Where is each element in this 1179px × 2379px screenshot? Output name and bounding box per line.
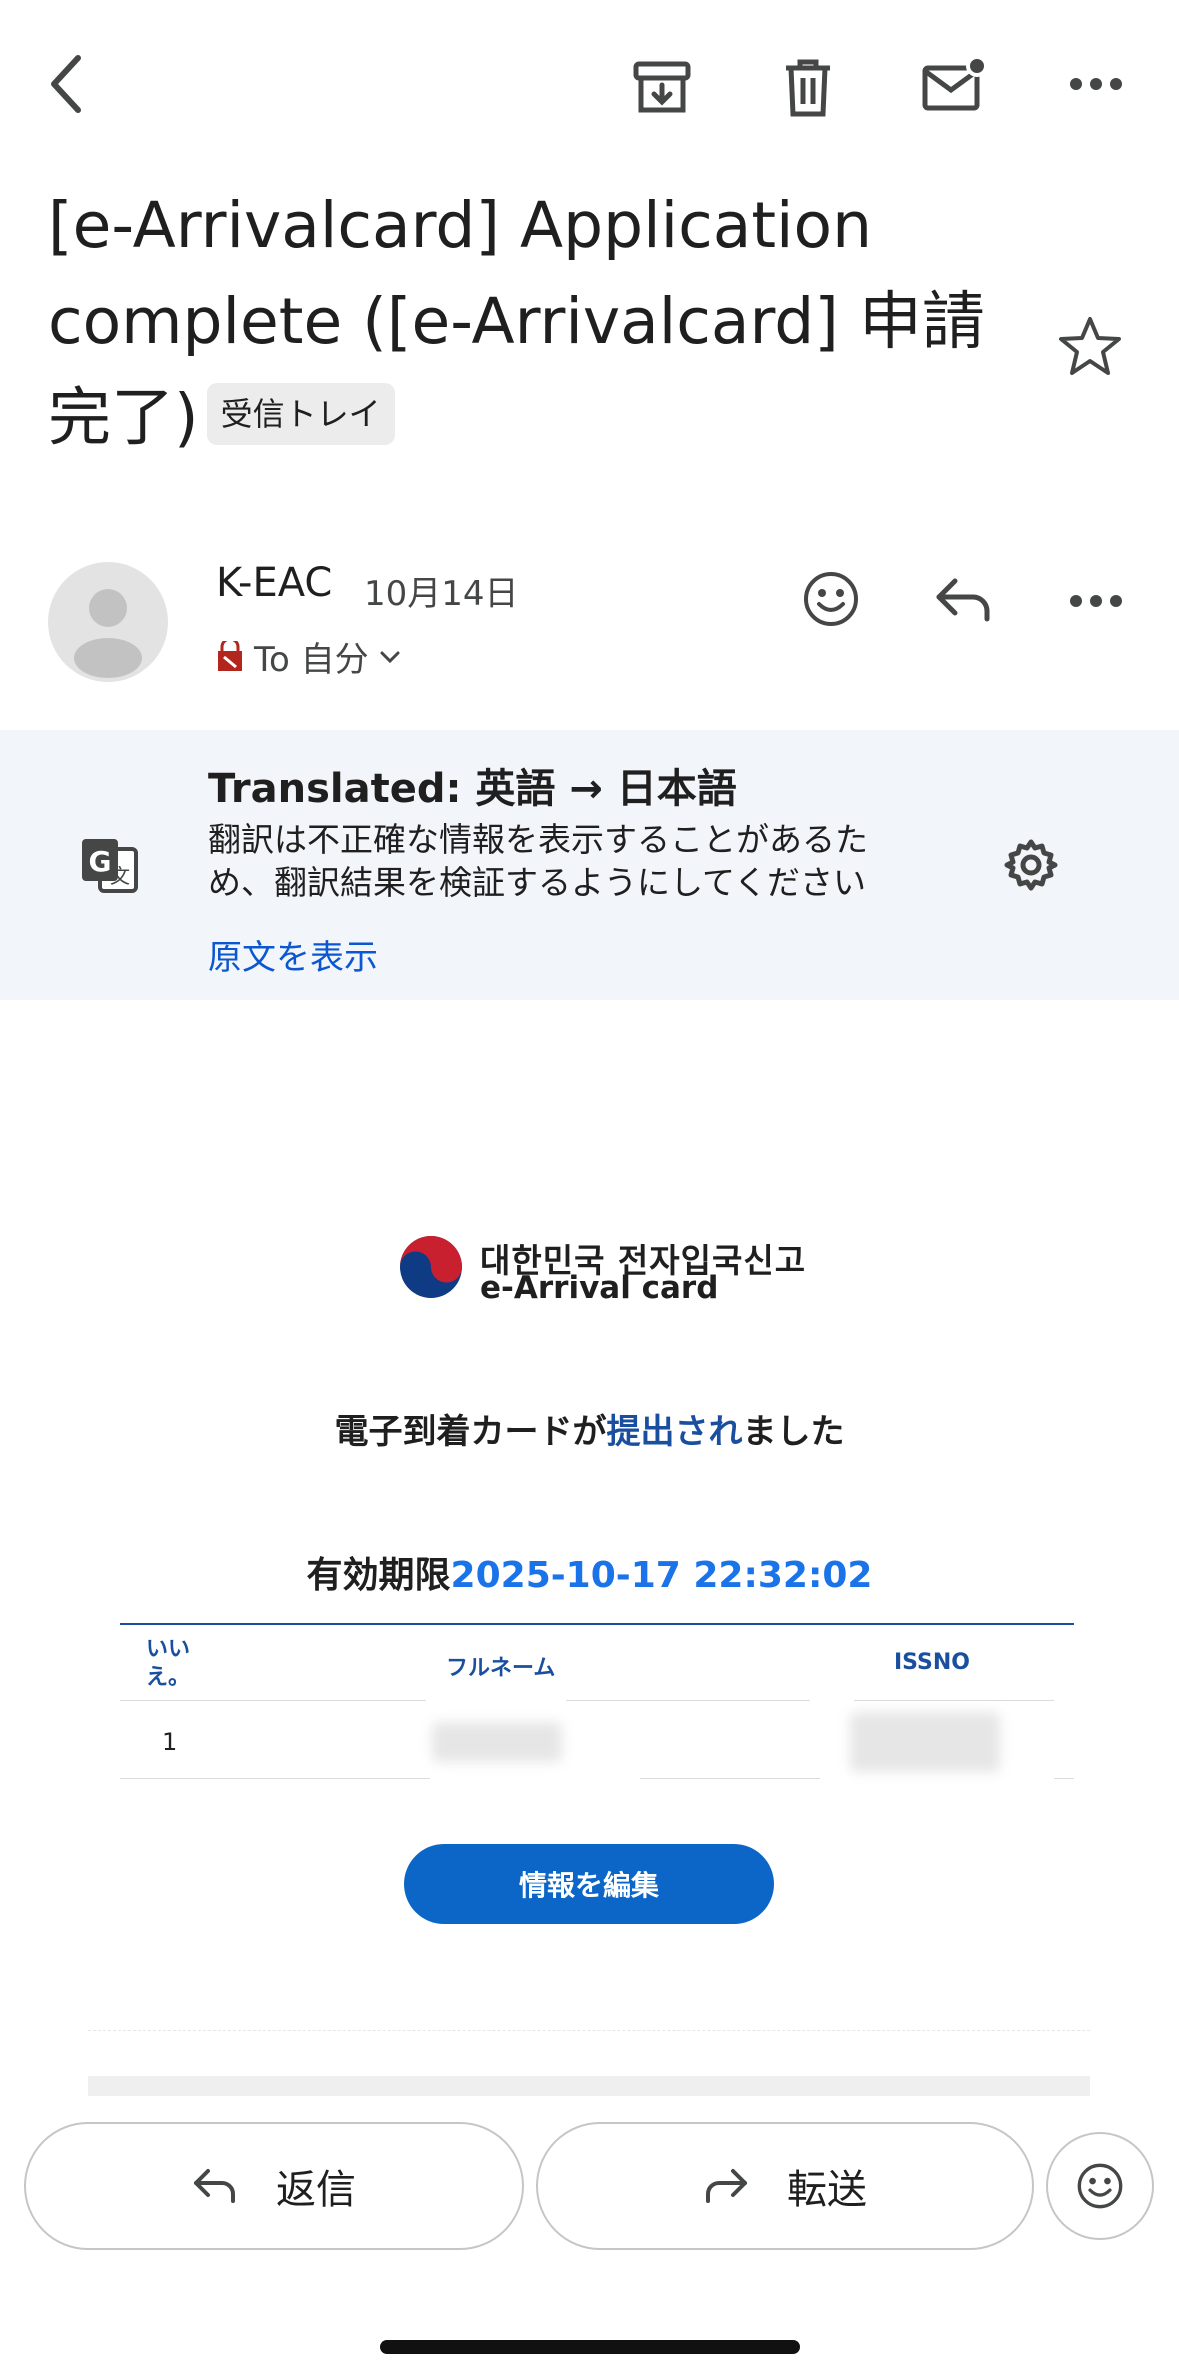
home-indicator[interactable] — [380, 2340, 800, 2354]
emoji-reaction-button[interactable] — [1046, 2132, 1154, 2240]
trash-icon — [786, 59, 830, 117]
expiry-label: 有効期限 — [306, 1555, 451, 1596]
table-top-border — [120, 1623, 1074, 1625]
table-header-fullname: フルネーム — [446, 1656, 556, 1681]
more-horizontal-icon — [1070, 78, 1122, 90]
more-horizontal-icon — [1070, 595, 1122, 607]
sender-name[interactable]: K-EAC — [216, 560, 332, 606]
edit-info-button[interactable]: 情報を編集 — [404, 1844, 774, 1924]
sender-date: 10月14日 — [364, 574, 519, 614]
reply-label: 返信 — [276, 2167, 356, 2213]
expiry-line: 有効期限2025-10-17 22:32:02 — [0, 1546, 1179, 1598]
logo-english-text: e-Arrival card — [480, 1270, 719, 1306]
star-button[interactable] — [1050, 306, 1130, 386]
translation-title: Translated: 英語 → 日本語 — [208, 766, 737, 812]
reply-icon — [194, 2169, 235, 2203]
footer-strip — [88, 2076, 1090, 2096]
redacted-issno — [850, 1712, 1000, 1772]
translate-icon-wrap: G 文 — [74, 830, 144, 900]
mail-unread-icon — [922, 56, 987, 111]
forward-icon — [706, 2169, 747, 2203]
translation-notice: 翻訳は不正確な情報を表示することがあるため、翻訳結果を検証するようにしてください — [208, 820, 868, 902]
person-icon — [74, 589, 142, 678]
table-header-divider — [120, 1700, 426, 1701]
table-header-issno: ISSNO — [894, 1650, 971, 1675]
svg-text:文: 文 — [110, 864, 130, 888]
subject-text: [e-Arrivalcard] Application complete ([e… — [48, 189, 985, 454]
korea-emblem-logo — [398, 1234, 464, 1300]
mark-unread-button[interactable] — [912, 46, 996, 126]
forward-pill-button[interactable]: 転送 — [536, 2122, 1034, 2250]
inbox-label-badge[interactable]: 受信トレイ — [206, 382, 395, 445]
table-header-no: いいえ。 — [146, 1637, 191, 1690]
back-arrow-icon — [51, 55, 81, 113]
back-button[interactable] — [36, 44, 96, 124]
submitted-message: 電子到着カードが提出されました — [0, 1404, 1179, 1453]
reply-pill-button[interactable]: 返信 — [24, 2122, 524, 2250]
reply-icon — [936, 578, 990, 622]
forward-label: 転送 — [787, 2167, 867, 2213]
delete-button[interactable] — [770, 50, 846, 126]
table-header-divider — [854, 1700, 1054, 1701]
reply-button[interactable] — [926, 564, 1000, 634]
table-header-divider — [566, 1700, 810, 1701]
archive-button[interactable] — [624, 50, 700, 126]
redacted-fullname — [432, 1722, 562, 1762]
show-original-link[interactable]: 原文を表示 — [208, 930, 378, 979]
table-row-divider — [640, 1778, 820, 1779]
svg-text:G: G — [89, 845, 112, 878]
emoji-icon — [804, 572, 858, 626]
add-reaction-button[interactable] — [796, 564, 866, 634]
divider — [88, 2030, 1090, 2031]
submitted-prefix: 電子到着カードが — [334, 1412, 607, 1452]
translate-icon: G 文 — [82, 839, 138, 893]
submitted-highlight: 提出され — [606, 1412, 743, 1452]
table-row-divider — [1054, 1778, 1074, 1779]
message-more-button[interactable] — [1060, 576, 1132, 626]
gear-icon — [1004, 839, 1058, 891]
sender-avatar[interactable] — [48, 562, 168, 682]
recipient-text: To 自分 — [254, 640, 369, 680]
table-cell-no: 1 — [162, 1728, 178, 1756]
more-button[interactable] — [1060, 54, 1132, 114]
table-row-divider — [120, 1778, 430, 1779]
star-icon — [1059, 317, 1121, 375]
expiry-value: 2025-10-17 22:32:02 — [450, 1555, 873, 1596]
important-tag-icon — [218, 640, 242, 671]
emoji-icon — [1077, 2163, 1123, 2209]
email-subject: [e-Arrivalcard] Application complete ([e… — [48, 178, 1008, 466]
chevron-down-icon — [380, 651, 400, 663]
archive-icon — [633, 61, 691, 113]
recipient-toggle[interactable]: To 自分 — [216, 632, 401, 681]
submitted-suffix: ました — [742, 1412, 845, 1452]
translation-settings-button[interactable] — [996, 830, 1066, 900]
